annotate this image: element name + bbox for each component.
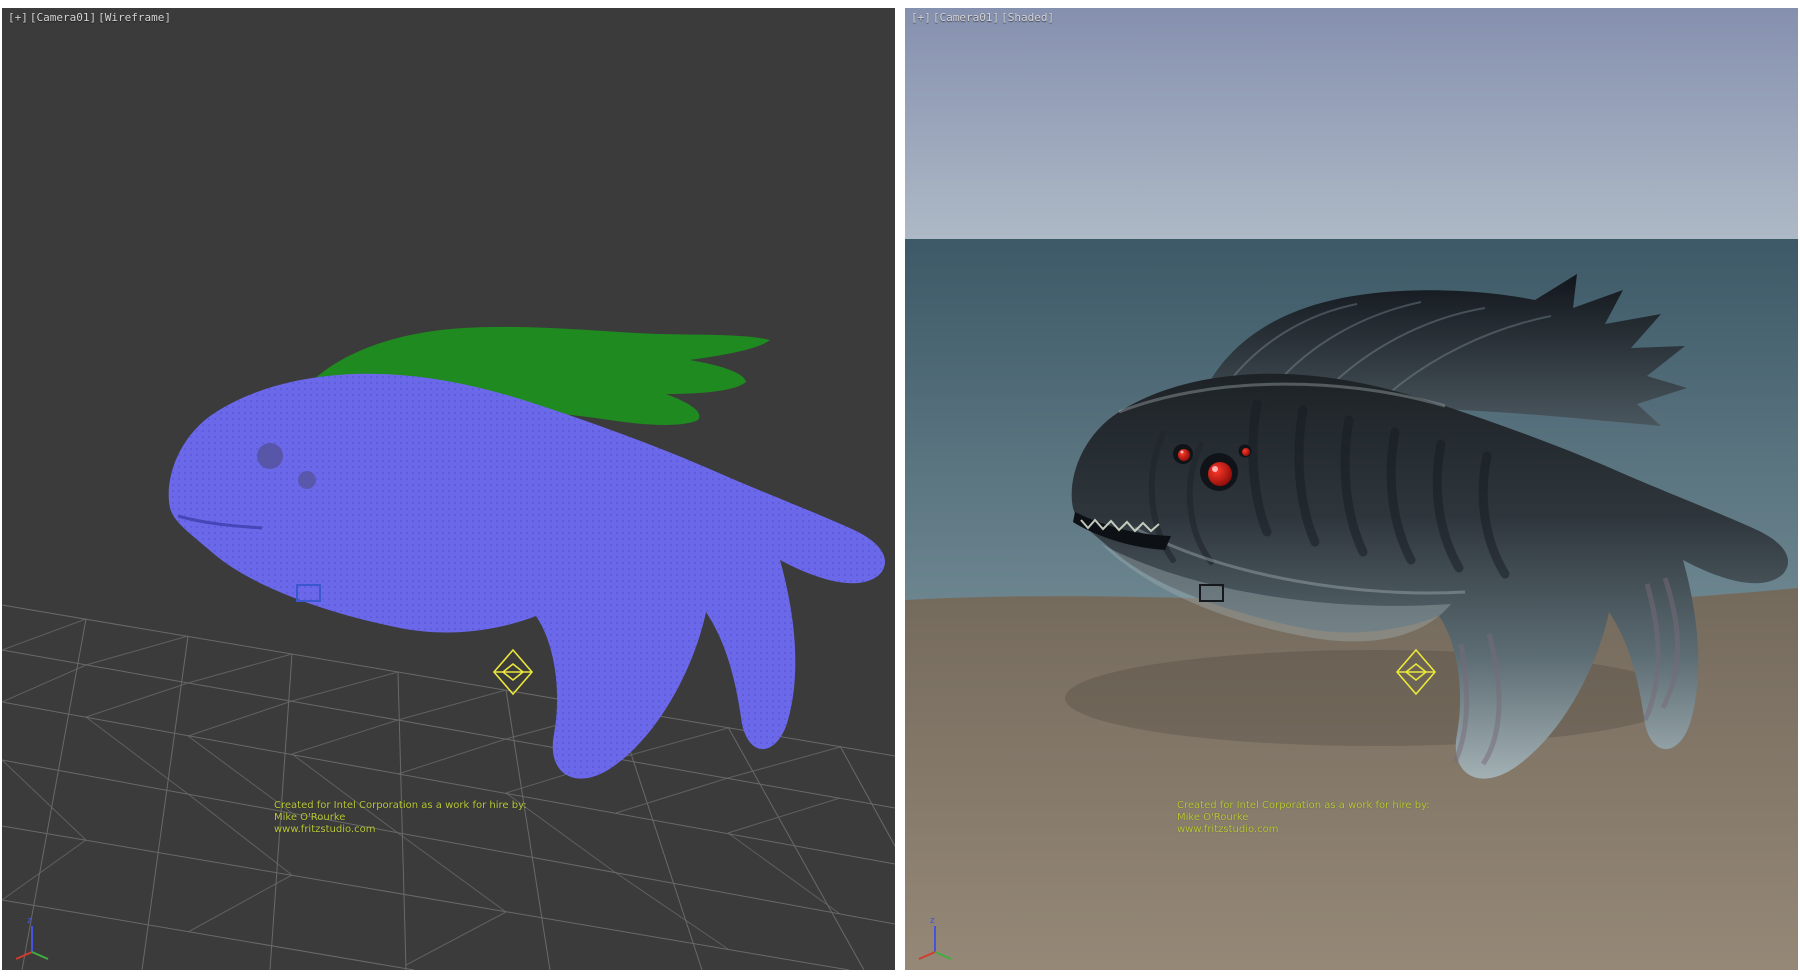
viewport-shaded[interactable]: z [+] [Camera01] [Shaded] Created for In…: [905, 8, 1798, 970]
watermark-line-2: Mike O'Rourke: [274, 812, 527, 824]
fish-eye-second: [1178, 449, 1190, 461]
fish-eye-third: [1242, 448, 1250, 456]
sky: [905, 8, 1798, 239]
watermark-line-3: www.fritzstudio.com: [274, 824, 527, 836]
axis-z-label: z: [27, 916, 32, 926]
fish-eye-small: [298, 471, 316, 489]
watermark-line-2: Mike O'Rourke: [1177, 812, 1430, 824]
fish-eye-main: [1208, 462, 1232, 486]
viewport-menu-camera[interactable]: [Camera01]: [933, 11, 999, 24]
viewport-label: [+] [Camera01] [Wireframe]: [8, 11, 171, 24]
watermark: Created for Intel Corporation as a work …: [274, 800, 527, 836]
viewport-label: [+] [Camera01] [Shaded]: [911, 11, 1054, 24]
watermark-line-1: Created for Intel Corporation as a work …: [274, 800, 527, 812]
viewport-menu-general[interactable]: [+]: [8, 11, 28, 24]
viewport-menu-camera[interactable]: [Camera01]: [30, 11, 96, 24]
viewport-menu-shading[interactable]: [Shaded]: [1001, 11, 1054, 24]
watermark-line-3: www.fritzstudio.com: [1177, 824, 1430, 836]
viewport-menu-shading[interactable]: [Wireframe]: [98, 11, 171, 24]
viewport-wireframe[interactable]: z [+] [Camera01] [Wireframe] Created for…: [2, 8, 895, 970]
fish-eye-left: [257, 443, 283, 469]
watermark: Created for Intel Corporation as a work …: [1177, 800, 1430, 836]
viewport-menu-general[interactable]: [+]: [911, 11, 931, 24]
axis-z-label: z: [930, 916, 935, 926]
watermark-line-1: Created for Intel Corporation as a work …: [1177, 800, 1430, 812]
